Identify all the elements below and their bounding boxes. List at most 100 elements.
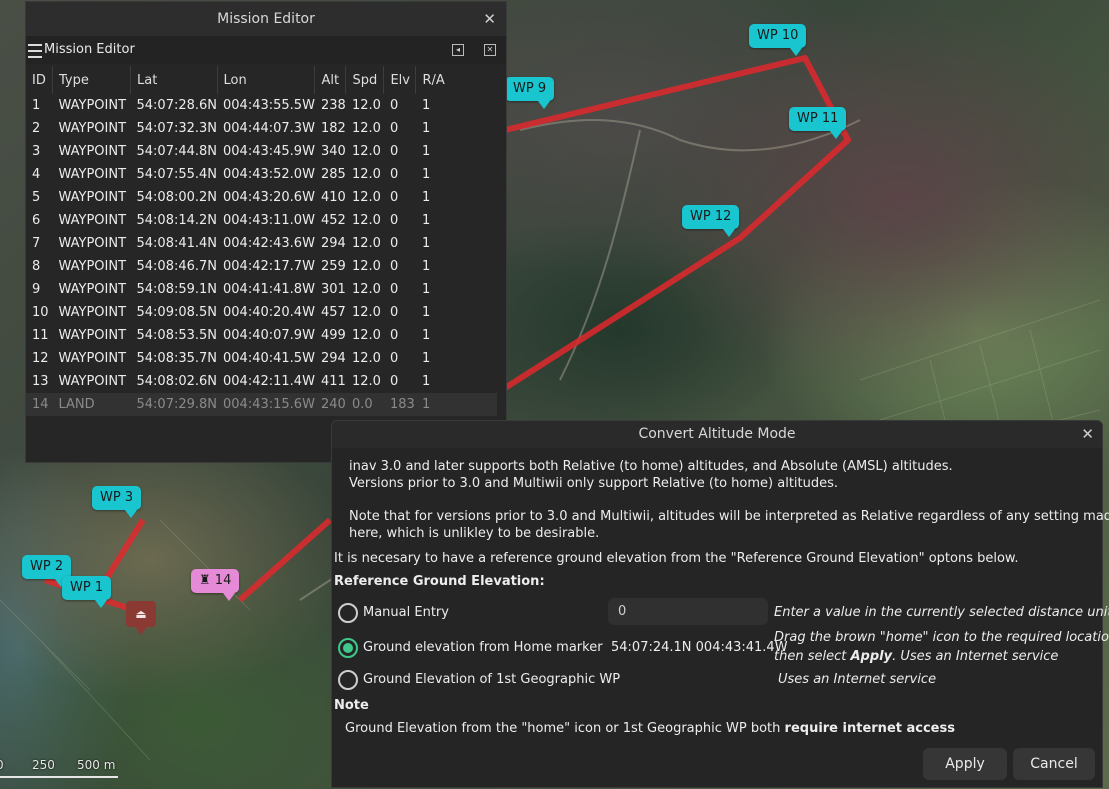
cell-spd[interactable]: 12.0 — [346, 255, 384, 278]
cell-alt[interactable]: 457 — [315, 301, 346, 324]
cell-ra[interactable]: 1 — [416, 209, 498, 232]
cell-lat[interactable]: 54:07:29.8N — [130, 393, 218, 416]
cell-id[interactable]: 7 — [26, 232, 53, 255]
cell-spd[interactable]: 12.0 — [346, 278, 384, 301]
cell-spd[interactable]: 12.0 — [346, 232, 384, 255]
waypoint-marker-9[interactable]: WP 9 — [505, 77, 555, 109]
apply-button[interactable]: Apply — [923, 748, 1007, 780]
table-row[interactable]: 10 WAYPOINT 54:09:08.5N 004:40:20.4W 457 12.0… — [26, 301, 497, 324]
cell-id[interactable]: 1 — [26, 94, 53, 117]
table-row[interactable]: 3 WAYPOINT 54:07:44.8N 004:43:45.9W 340 12.0 0… — [26, 140, 497, 163]
cell-lon[interactable]: 004:40:20.4W — [217, 301, 315, 324]
cell-spd[interactable]: 12.0 — [346, 117, 384, 140]
table-row[interactable]: 14 LAND 54:07:29.8N 004:43:15.6W 240 0.0 183 1 — [26, 393, 498, 416]
cell-lon[interactable]: 004:43:45.9W — [217, 140, 315, 163]
cell-id[interactable]: 12 — [26, 347, 53, 370]
cell-alt[interactable]: 238 — [315, 94, 346, 117]
close-icon[interactable]: ✕ — [1081, 421, 1094, 448]
cell-id[interactable]: 11 — [26, 324, 53, 347]
cell-type[interactable]: WAYPOINT — [53, 278, 131, 301]
cell-elv[interactable]: 0 — [384, 324, 416, 347]
first-wp-label[interactable]: Ground Elevation of 1st Geographic WP — [363, 672, 620, 687]
cell-type[interactable]: WAYPOINT — [53, 209, 131, 232]
cell-lon[interactable]: 004:43:55.5W — [217, 94, 315, 117]
cell-type[interactable]: WAYPOINT — [53, 140, 131, 163]
column-header-lon[interactable]: Lon — [217, 66, 316, 94]
cell-type[interactable]: LAND — [52, 393, 131, 416]
cell-spd[interactable]: 12.0 — [346, 186, 384, 209]
cell-type[interactable]: WAYPOINT — [53, 117, 131, 140]
menu-icon[interactable] — [28, 44, 42, 58]
waypoint-marker-11[interactable]: WP 11 — [789, 107, 847, 139]
cell-spd[interactable]: 12.0 — [346, 94, 384, 117]
cell-alt[interactable]: 240 — [314, 393, 346, 416]
convert-altitude-dialog[interactable]: Convert Altitude Mode ✕ inav 3.0 and lat… — [331, 420, 1109, 788]
cell-alt[interactable]: 410 — [315, 186, 346, 209]
cell-elv[interactable]: 0 — [384, 186, 416, 209]
cell-id[interactable]: 8 — [26, 255, 53, 278]
cell-ra[interactable]: 1 — [416, 186, 498, 209]
cell-alt[interactable]: 411 — [315, 370, 346, 393]
cell-lon[interactable]: 004:43:15.6W — [217, 393, 315, 416]
cell-elv[interactable]: 0 — [384, 117, 416, 140]
table-row[interactable]: 6 WAYPOINT 54:08:14.2N 004:43:11.0W 452 12.0 0… — [26, 209, 497, 232]
column-header-spd[interactable]: Spd — [345, 66, 385, 94]
cell-lat[interactable]: 54:09:08.5N — [131, 301, 218, 324]
cell-alt[interactable]: 499 — [315, 324, 346, 347]
cell-alt[interactable]: 294 — [315, 232, 346, 255]
cancel-button[interactable]: Cancel — [1013, 748, 1095, 780]
table-row[interactable]: 4 WAYPOINT 54:07:55.4N 004:43:52.0W 285 12.0 0… — [26, 163, 497, 186]
cell-elv[interactable]: 0 — [384, 255, 416, 278]
cell-ra[interactable]: 1 — [416, 140, 498, 163]
cell-id[interactable]: 6 — [26, 209, 53, 232]
cell-ra[interactable]: 1 — [416, 370, 498, 393]
close-panel-icon[interactable]: ✕ — [484, 44, 496, 56]
cell-lat[interactable]: 54:08:46.7N — [131, 255, 218, 278]
cell-lon[interactable]: 004:40:07.9W — [217, 324, 315, 347]
cell-alt[interactable]: 259 — [315, 255, 346, 278]
waypoint-marker-3[interactable]: WP 3 — [92, 486, 142, 518]
cell-id[interactable]: 5 — [26, 186, 53, 209]
cell-lon[interactable]: 004:43:20.6W — [217, 186, 315, 209]
cell-spd[interactable]: 12.0 — [346, 370, 384, 393]
home-marker-radio[interactable] — [338, 638, 358, 658]
table-row[interactable]: 13 WAYPOINT 54:08:02.6N 004:42:11.4W 411 12.0… — [26, 370, 497, 393]
manual-elevation-input[interactable] — [608, 598, 768, 625]
table-row[interactable]: 1 WAYPOINT 54:07:28.6N 004:43:55.5W 238 12.0 0… — [26, 94, 497, 117]
column-header-elv[interactable]: Elv — [383, 66, 417, 94]
mission-editor-window[interactable]: Mission Editor ✕ Mission Editor ◂ ✕ ID T… — [25, 1, 507, 463]
cell-alt[interactable]: 301 — [315, 278, 346, 301]
cell-lat[interactable]: 54:07:28.6N — [131, 94, 218, 117]
cell-lon[interactable]: 004:41:41.8W — [217, 278, 315, 301]
cell-spd[interactable]: 12.0 — [346, 324, 384, 347]
table-row[interactable]: 8 WAYPOINT 54:08:46.7N 004:42:17.7W 259 12.0 0… — [26, 255, 497, 278]
cell-alt[interactable]: 285 — [315, 163, 346, 186]
cell-id[interactable]: 14 — [26, 393, 53, 416]
cell-elv[interactable]: 0 — [384, 347, 416, 370]
dialog-titlebar[interactable]: Convert Altitude Mode ✕ — [332, 421, 1102, 448]
cell-ra[interactable]: 1 — [415, 393, 498, 416]
cell-ra[interactable]: 1 — [416, 117, 498, 140]
table-row[interactable]: 12 WAYPOINT 54:08:35.7N 004:40:41.5W 294 12.0… — [26, 347, 497, 370]
cell-lat[interactable]: 54:08:35.7N — [131, 347, 218, 370]
cell-elv[interactable]: 0 — [384, 370, 416, 393]
cell-id[interactable]: 13 — [26, 370, 53, 393]
cell-lon[interactable]: 004:42:43.6W — [217, 232, 315, 255]
cell-lon[interactable]: 004:43:52.0W — [217, 163, 315, 186]
cell-type[interactable]: WAYPOINT — [53, 324, 131, 347]
cell-spd[interactable]: 12.0 — [346, 301, 384, 324]
first-wp-radio[interactable] — [338, 670, 358, 690]
cell-ra[interactable]: 1 — [416, 278, 498, 301]
cell-lon[interactable]: 004:43:11.0W — [217, 209, 315, 232]
cell-ra[interactable]: 1 — [416, 301, 498, 324]
cell-type[interactable]: WAYPOINT — [53, 163, 131, 186]
cell-lat[interactable]: 54:08:14.2N — [131, 209, 218, 232]
manual-entry-label[interactable]: Manual Entry — [363, 605, 449, 620]
cell-lon[interactable]: 004:42:17.7W — [217, 255, 315, 278]
cell-spd[interactable]: 12.0 — [346, 209, 384, 232]
waypoint-table[interactable]: ID Type Lat Lon Alt Spd Elv R/A 1 WAYPOIN… — [26, 66, 498, 416]
cell-type[interactable]: WAYPOINT — [53, 370, 131, 393]
cell-type[interactable]: WAYPOINT — [53, 186, 131, 209]
table-row[interactable]: 2 WAYPOINT 54:07:32.3N 004:44:07.3W 182 12.0 0… — [26, 117, 497, 140]
manual-entry-radio[interactable] — [338, 603, 358, 623]
